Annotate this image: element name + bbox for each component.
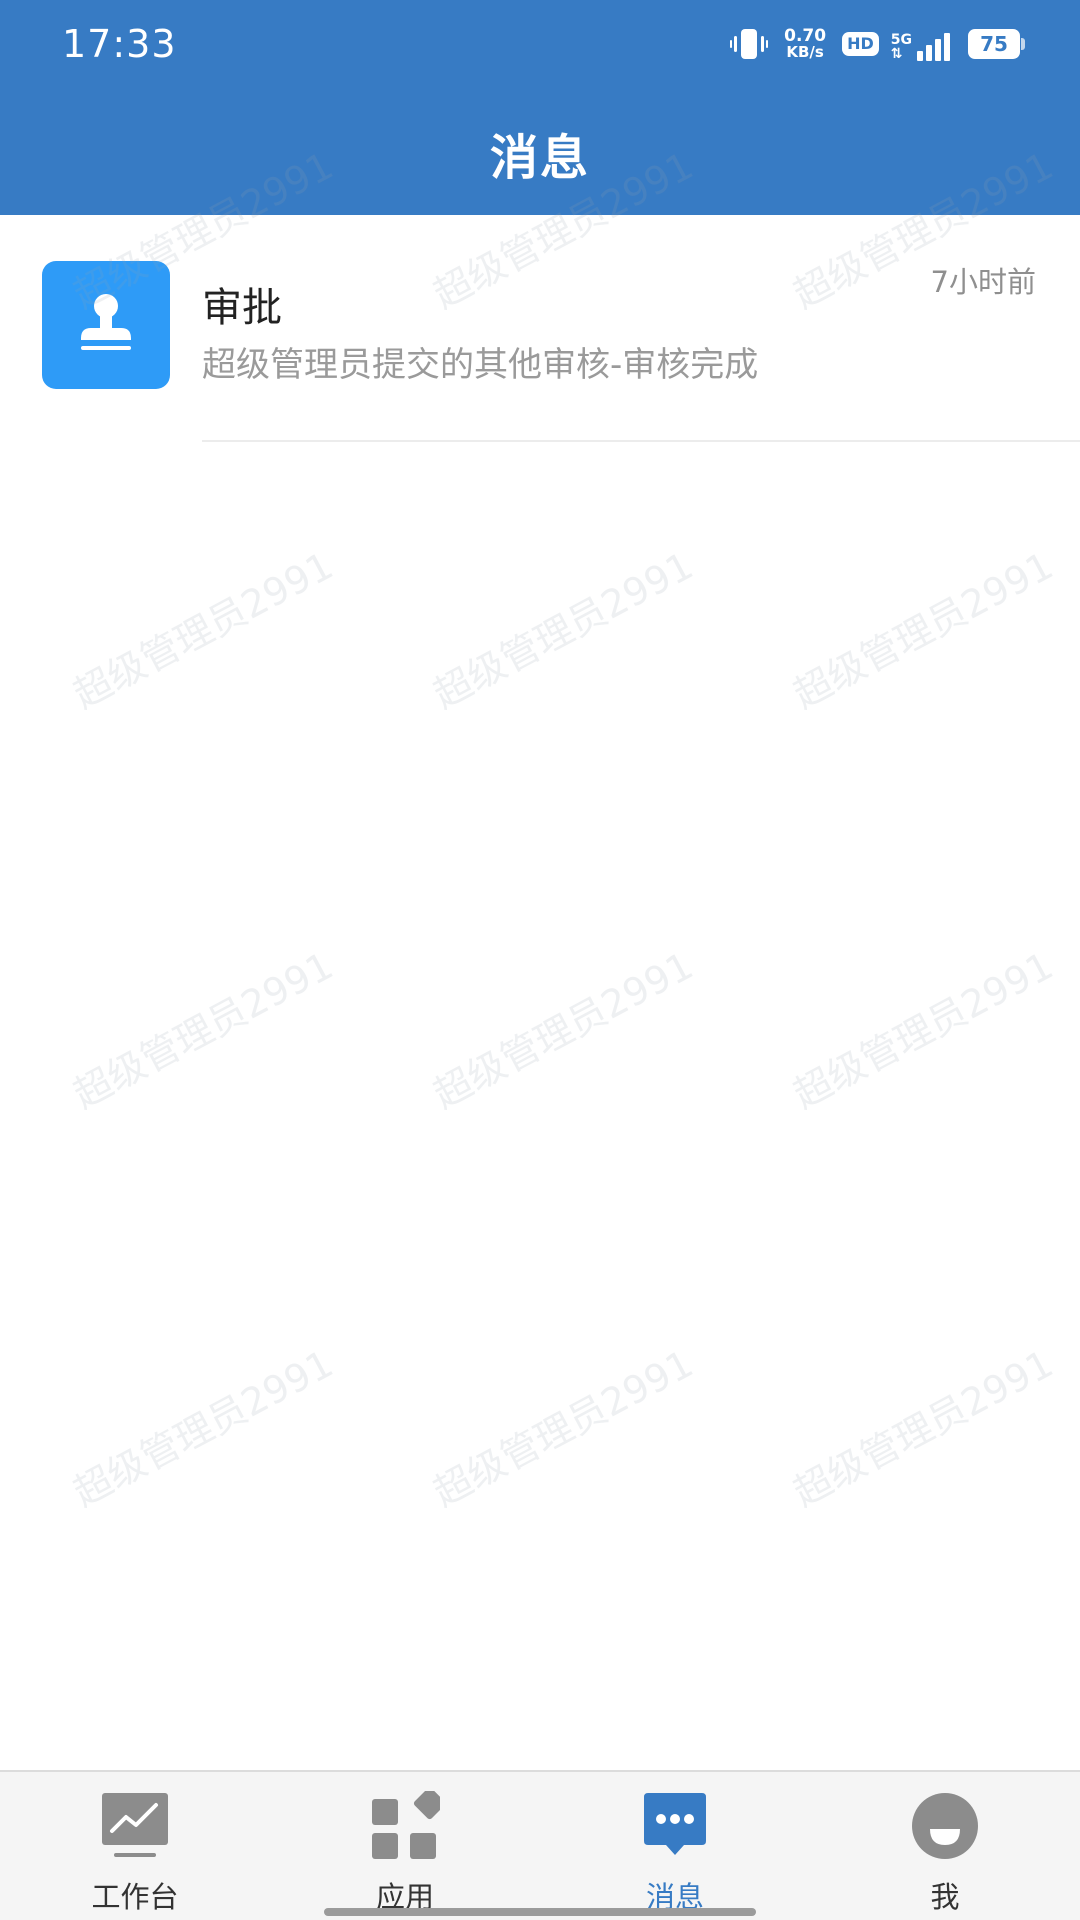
tab-me[interactable]: 我 [810, 1772, 1080, 1920]
network-type-label: 5G ⇅ [891, 33, 912, 61]
page-title: 消息 [489, 130, 590, 186]
workbench-chart-icon [99, 1790, 171, 1862]
network-speed-value: 0.70 [784, 26, 827, 46]
message-bubble-icon [639, 1790, 711, 1862]
tab-apps[interactable]: 应用 [270, 1772, 540, 1920]
signal-bar [917, 51, 923, 61]
watermark-text: 超级管理员2991 [786, 1341, 1061, 1515]
home-indicator[interactable] [324, 1908, 756, 1916]
watermark-text: 超级管理员2991 [426, 943, 701, 1117]
apps-grid-icon [369, 1790, 441, 1862]
watermark-text: 超级管理员2991 [66, 943, 341, 1117]
message-preview: 超级管理员提交的其他审核-审核完成 [202, 345, 759, 385]
hd-icon: HD [842, 32, 879, 56]
profile-face-icon [909, 1790, 981, 1862]
signal-bar [935, 39, 941, 61]
watermark-text: 超级管理员2991 [786, 543, 1061, 717]
message-list: 审批 7小时前 超级管理员提交的其他审核-审核完成 [0, 215, 1080, 442]
bottom-tab-bar: 工作台 应用 消息 我 [0, 1770, 1080, 1920]
network-type-text: 5G [890, 32, 912, 48]
stamp-icon [71, 288, 141, 362]
list-divider [202, 440, 1080, 442]
message-time: 7小时前 [930, 265, 1036, 299]
watermark-text: 超级管理员2991 [66, 1341, 341, 1515]
status-icons: 0.70 KB/s HD 5G ⇅ 75 [730, 24, 1025, 64]
tab-label: 我 [930, 1880, 960, 1914]
message-title: 审批 [202, 285, 282, 331]
watermark-text: 超级管理员2991 [426, 1341, 701, 1515]
vibrate-icon [730, 27, 769, 61]
battery-icon: 75 [968, 29, 1025, 59]
tab-messages[interactable]: 消息 [540, 1772, 810, 1920]
network-speed: 0.70 KB/s [784, 26, 827, 61]
signal-bar [926, 45, 932, 61]
tab-label: 工作台 [91, 1880, 179, 1914]
battery-level: 75 [980, 32, 1008, 56]
data-arrows-icon: ⇅ [890, 46, 903, 62]
message-item-approval[interactable]: 审批 7小时前 超级管理员提交的其他审核-审核完成 [0, 215, 1080, 442]
network-speed-unit: KB/s [786, 43, 824, 61]
tab-workbench[interactable]: 工作台 [0, 1772, 270, 1920]
watermark-text: 超级管理员2991 [426, 543, 701, 717]
approval-avatar [42, 261, 170, 389]
watermark-text: 超级管理员2991 [786, 943, 1061, 1117]
app-header: 17:33 0.70 KB/s HD 5G ⇅ 75 消息 [0, 0, 1080, 215]
signal-icon: 5G ⇅ [891, 27, 950, 61]
status-time: 17:33 [62, 22, 177, 66]
messages-screen: 17:33 0.70 KB/s HD 5G ⇅ 75 消息 审批 7小时前 超级… [0, 0, 1080, 1920]
signal-bar [944, 33, 950, 61]
watermark-text: 超级管理员2991 [66, 543, 341, 717]
